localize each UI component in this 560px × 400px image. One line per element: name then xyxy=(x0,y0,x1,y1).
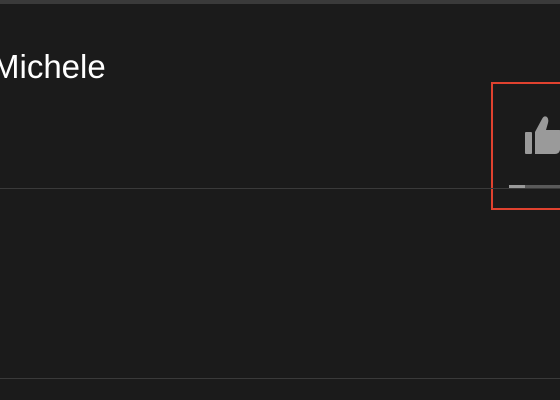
top-border xyxy=(0,0,560,4)
thumbs-up-icon xyxy=(525,116,560,154)
video-info-panel: Michele xyxy=(0,0,560,400)
like-button[interactable] xyxy=(491,82,560,210)
divider xyxy=(0,188,560,189)
video-title: Michele xyxy=(0,48,106,85)
divider xyxy=(0,378,560,379)
